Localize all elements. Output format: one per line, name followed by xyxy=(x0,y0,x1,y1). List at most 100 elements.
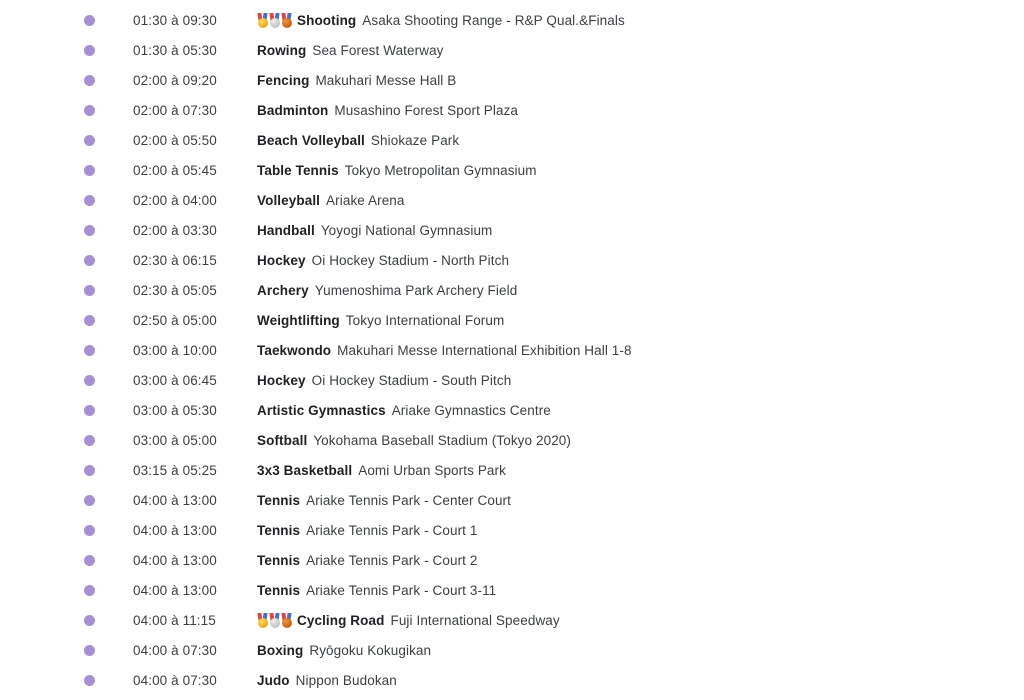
event-bullet-cell xyxy=(84,314,133,326)
event-row[interactable]: 04:00 à 13:00 Tennis Ariake Tennis Park - … xyxy=(0,485,1024,515)
bullet-dot-icon xyxy=(84,164,95,176)
event-row[interactable]: 04:00 à 13:00 Tennis Ariake Tennis Park - … xyxy=(0,515,1024,545)
event-row[interactable]: 03:00 à 05:30 Artistic Gymnastics Ariake G… xyxy=(0,395,1024,425)
event-row[interactable]: 02:00 à 09:20 Fencing Makuhari Messe Hall … xyxy=(0,65,1024,95)
event-venue-name: Asaka Shooting Range - R&P Qual.&Finals xyxy=(362,12,625,28)
event-row[interactable]: 02:00 à 04:00 Volleyball Ariake Arena xyxy=(0,185,1024,215)
event-venue-name: Oi Hockey Stadium - North Pitch xyxy=(311,252,510,268)
event-detail: Tennis Ariake Tennis Park - Center Court xyxy=(257,493,1024,508)
event-time: 04:00 à 13:00 xyxy=(133,522,217,538)
event-sport-name: Boxing xyxy=(257,642,304,658)
event-bullet-cell xyxy=(84,254,133,266)
event-sport-name: Shooting xyxy=(297,12,357,28)
bullet-dot-icon xyxy=(84,74,95,86)
event-time: 03:00 à 05:00 xyxy=(133,432,217,448)
event-row[interactable]: 03:00 à 05:00 Softball Yokohama Baseball S… xyxy=(0,425,1024,455)
event-venue-name: Yoyogi National Gymnasium xyxy=(320,222,493,238)
event-venue-name: Ariake Gymnastics Centre xyxy=(391,402,551,418)
event-venue-name: Ariake Tennis Park - Center Court xyxy=(306,492,511,508)
event-row[interactable]: 04:00 à 07:30 Judo Nippon Budokan xyxy=(0,665,1024,695)
event-venue-name: Ariake Arena xyxy=(326,192,405,208)
event-bullet-cell xyxy=(84,194,133,206)
bullet-dot-icon xyxy=(84,404,95,416)
event-venue-name: Nippon Budokan xyxy=(295,672,397,688)
event-time: 02:00 à 07:30 xyxy=(133,102,217,118)
event-time: 03:00 à 05:30 xyxy=(133,402,217,418)
event-row[interactable]: 04:00 à 11:15 Cycling Road Fuji Internatio… xyxy=(0,605,1024,635)
bullet-dot-icon xyxy=(84,554,95,566)
bullet-dot-icon xyxy=(84,614,95,626)
event-row[interactable]: 02:00 à 05:50 Beach Volleyball Shiokaze Pa… xyxy=(0,125,1024,155)
event-venue-name: Yokohama Baseball Stadium (Tokyo 2020) xyxy=(313,432,572,448)
event-row[interactable]: 03:15 à 05:25 3x3 Basketball Aomi Urban Sp… xyxy=(0,455,1024,485)
event-row[interactable]: 02:50 à 05:00 Weightlifting Tokyo Internat… xyxy=(0,305,1024,335)
event-row[interactable]: 02:00 à 03:30 Handball Yoyogi National Gym… xyxy=(0,215,1024,245)
event-detail: Tennis Ariake Tennis Park - Court 2 xyxy=(257,553,1024,568)
event-time: 02:00 à 05:50 xyxy=(133,132,217,148)
event-row[interactable]: 01:30 à 09:30 Shooting Asaka Shooting Rang… xyxy=(0,5,1024,35)
bullet-dot-icon xyxy=(84,134,95,146)
bullet-dot-icon xyxy=(84,674,95,686)
bullet-dot-icon xyxy=(84,374,95,386)
bullet-dot-icon xyxy=(84,314,95,326)
schedule-list: 01:30 à 09:30 Shooting Asaka Shooting Rang… xyxy=(0,0,1024,695)
event-detail: Badminton Musashino Forest Sport Plaza xyxy=(257,103,1024,118)
event-time: 04:00 à 07:30 xyxy=(133,672,217,688)
event-time: 01:30 à 05:30 xyxy=(133,42,217,58)
event-detail: Volleyball Ariake Arena xyxy=(257,193,1024,208)
event-bullet-cell xyxy=(84,284,133,296)
bullet-dot-icon xyxy=(84,524,95,536)
event-detail: Artistic Gymnastics Ariake Gymnastics Cen… xyxy=(257,403,1024,418)
event-row[interactable]: 02:30 à 06:15 Hockey Oi Hockey Stadium - N… xyxy=(0,245,1024,275)
event-detail: Tennis Ariake Tennis Park - Court 1 xyxy=(257,523,1024,538)
event-sport-name: Handball xyxy=(257,222,315,238)
event-row[interactable]: 04:00 à 13:00 Tennis Ariake Tennis Park - … xyxy=(0,575,1024,605)
event-venue-name: Oi Hockey Stadium - South Pitch xyxy=(311,372,512,388)
event-time: 03:15 à 05:25 xyxy=(133,462,217,478)
event-time: 04:00 à 13:00 xyxy=(133,492,217,508)
event-bullet-cell xyxy=(84,584,133,596)
event-detail: Judo Nippon Budokan xyxy=(257,673,1024,688)
event-row[interactable]: 03:00 à 10:00 Taekwondo Makuhari Messe Int… xyxy=(0,335,1024,365)
event-sport-name: Volleyball xyxy=(257,192,321,208)
event-row[interactable]: 02:30 à 05:05 Archery Yumenoshima Park Arc… xyxy=(0,275,1024,305)
event-time: 04:00 à 13:00 xyxy=(133,552,217,568)
event-sport-name: Taekwondo xyxy=(257,342,332,358)
event-bullet-cell xyxy=(84,104,133,116)
event-bullet-cell xyxy=(84,644,133,656)
event-sport-name: Hockey xyxy=(257,372,306,388)
bullet-dot-icon xyxy=(84,464,95,476)
event-venue-name: Ariake Tennis Park - Court 3-11 xyxy=(306,582,497,598)
gold-medal-icon xyxy=(257,612,268,628)
event-row[interactable]: 02:00 à 07:30 Badminton Musashino Forest S… xyxy=(0,95,1024,125)
event-sport-name: Beach Volleyball xyxy=(257,132,365,148)
bullet-dot-icon xyxy=(84,14,95,26)
event-row[interactable]: 01:30 à 05:30 Rowing Sea Forest Waterway xyxy=(0,35,1024,65)
event-time: 03:00 à 06:45 xyxy=(133,372,217,388)
bullet-dot-icon xyxy=(84,584,95,596)
event-detail: Boxing Ryōgoku Kokugikan xyxy=(257,643,1024,658)
event-row[interactable]: 04:00 à 13:00 Tennis Ariake Tennis Park - … xyxy=(0,545,1024,575)
event-row[interactable]: 02:00 à 05:45 Table Tennis Tokyo Metropoli… xyxy=(0,155,1024,185)
gold-medal-icon xyxy=(257,12,268,28)
event-venue-name: Ryōgoku Kokugikan xyxy=(309,642,432,658)
bullet-dot-icon xyxy=(84,104,95,116)
event-sport-name: Rowing xyxy=(257,42,307,58)
bullet-dot-icon xyxy=(84,224,95,236)
event-sport-name: Tennis xyxy=(257,552,301,568)
event-venue-name: Yumenoshima Park Archery Field xyxy=(314,282,518,298)
event-venue-name: Tokyo Metropolitan Gymnasium xyxy=(344,162,537,178)
event-sport-name: Tennis xyxy=(257,582,301,598)
event-bullet-cell xyxy=(84,404,133,416)
bullet-dot-icon xyxy=(84,44,95,56)
event-sport-name: Tennis xyxy=(257,522,301,538)
event-detail: Hockey Oi Hockey Stadium - South Pitch xyxy=(257,373,1024,388)
event-time: 02:00 à 03:30 xyxy=(133,222,217,238)
event-row[interactable]: 03:00 à 06:45 Hockey Oi Hockey Stadium - S… xyxy=(0,365,1024,395)
event-bullet-cell xyxy=(84,494,133,506)
event-venue-name: Sea Forest Waterway xyxy=(312,42,444,58)
event-venue-name: Ariake Tennis Park - Court 2 xyxy=(306,552,478,568)
event-row[interactable]: 04:00 à 07:30 Boxing Ryōgoku Kokugikan xyxy=(0,635,1024,665)
event-detail: Cycling Road Fuji International Speedway xyxy=(257,612,1024,628)
event-sport-name: Artistic Gymnastics xyxy=(257,402,386,418)
